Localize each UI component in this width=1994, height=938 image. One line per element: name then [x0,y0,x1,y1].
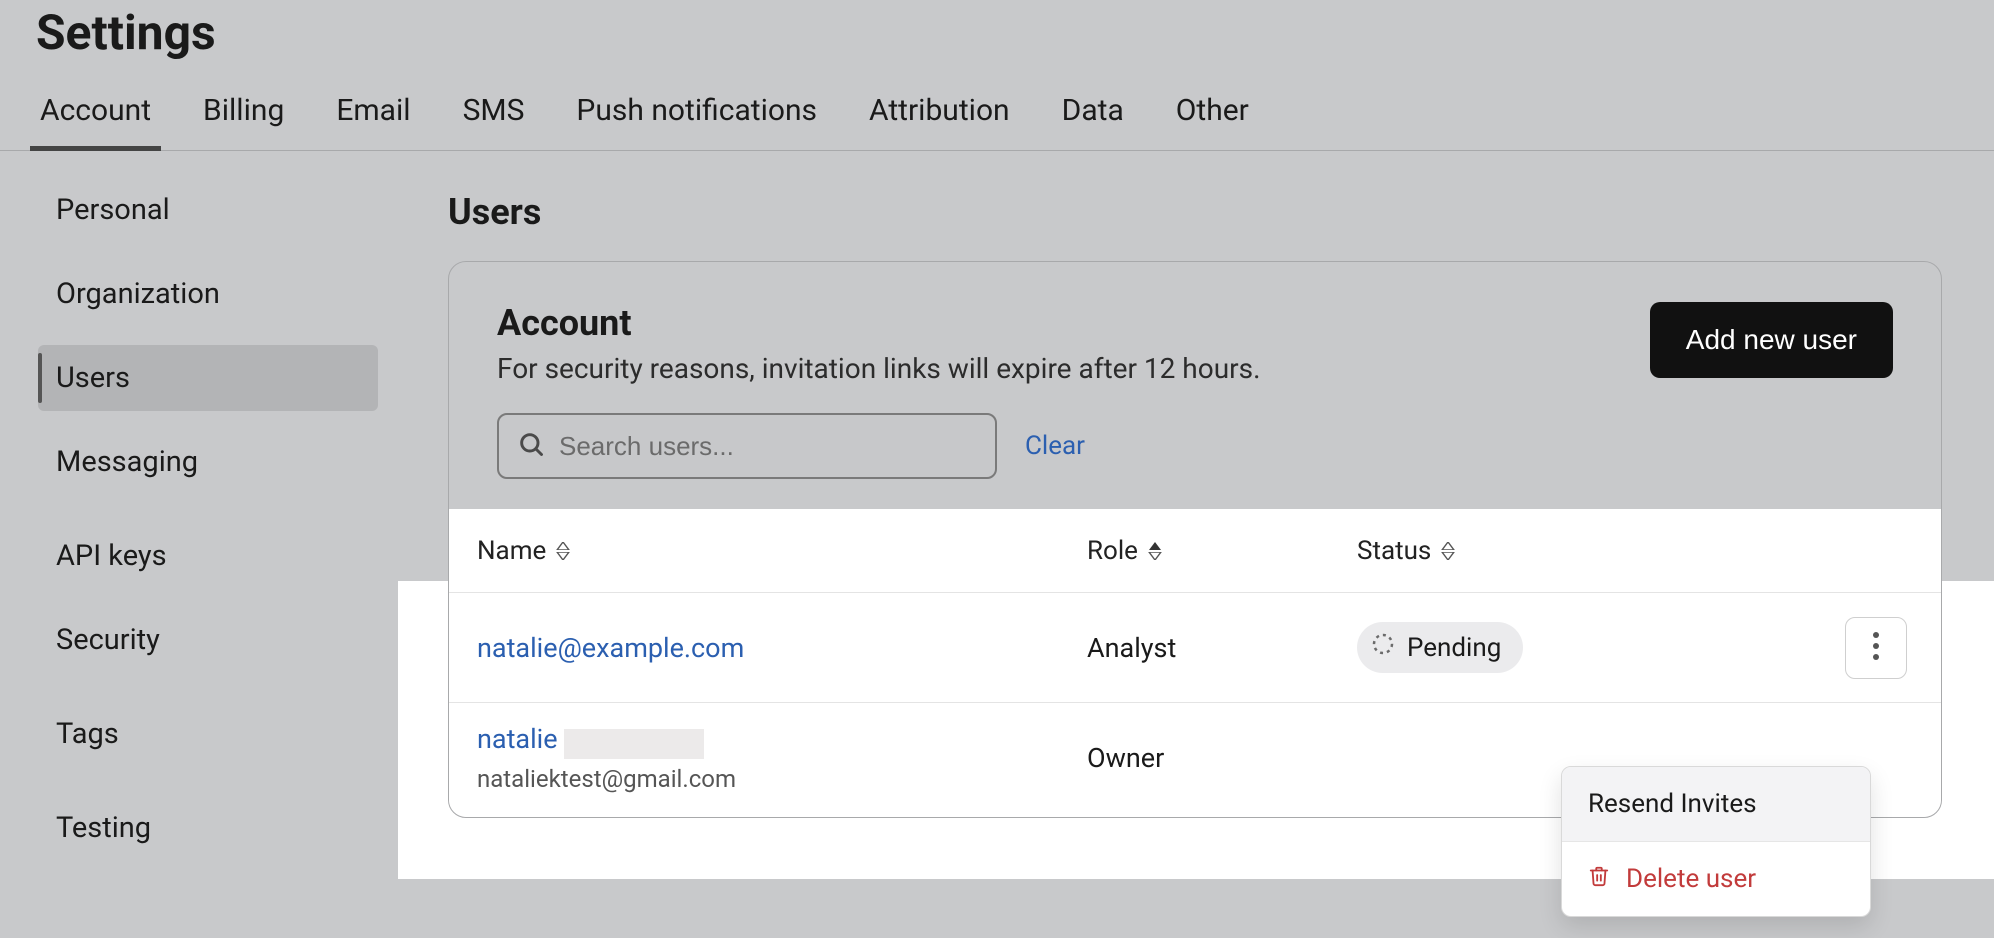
sort-icon [556,542,570,560]
cell-name: natalie nataliektest@gmail.com [477,723,1087,793]
column-name[interactable]: Name [477,536,1087,566]
tab-account[interactable]: Account [40,79,151,150]
pending-spinner-icon [1371,632,1395,663]
clear-link[interactable]: Clear [1025,431,1085,461]
column-role-label: Role [1087,536,1138,566]
dropdown-resend-invites[interactable]: Resend Invites [1562,767,1870,841]
tab-sms[interactable]: SMS [463,79,525,150]
row-actions-button[interactable] [1845,617,1907,679]
column-name-label: Name [477,536,546,566]
dropdown-delete-user[interactable]: Delete user [1562,841,1870,916]
sidebar-item-users[interactable]: Users [38,345,378,411]
tab-data[interactable]: Data [1062,79,1124,150]
top-tabs: Account Billing Email SMS Push notificat… [0,79,1994,151]
tab-push-notifications[interactable]: Push notifications [576,79,817,150]
redacted-name [564,729,704,759]
sidebar-item-tags[interactable]: Tags [38,701,378,767]
sidebar: Personal Organization Users Messaging AP… [0,151,398,879]
add-new-user-button[interactable]: Add new user [1650,302,1893,378]
cell-status: Pending [1357,622,1767,673]
sidebar-item-organization[interactable]: Organization [38,261,378,327]
panel-subtitle: For security reasons, invitation links w… [497,352,1260,385]
search-icon [517,430,545,462]
status-label: Pending [1407,633,1501,663]
cell-name: natalie@example.com [477,632,1087,664]
sidebar-item-testing[interactable]: Testing [38,795,378,861]
users-panel: Account For security reasons, invitation… [448,261,1942,818]
dropdown-delete-label: Delete user [1626,864,1756,894]
column-role[interactable]: Role [1087,536,1357,566]
sidebar-item-api-keys[interactable]: API keys [38,523,378,589]
tab-attribution[interactable]: Attribution [869,79,1010,150]
search-input[interactable] [559,431,977,462]
table-row: natalie@example.com Analyst Pending [449,593,1941,703]
table-header: Name Role Status [449,509,1941,593]
cell-role: Analyst [1087,632,1357,664]
status-pending-pill: Pending [1357,622,1523,673]
search-input-wrapper[interactable] [497,413,997,479]
cell-role: Owner [1087,742,1357,774]
tab-billing[interactable]: Billing [203,79,284,150]
panel-title: Account [497,302,1260,344]
sidebar-item-security[interactable]: Security [38,607,378,673]
kebab-icon [1872,631,1880,665]
tab-other[interactable]: Other [1176,79,1249,150]
main-heading: Users [448,191,1994,233]
sidebar-item-messaging[interactable]: Messaging [38,429,378,495]
sidebar-item-personal[interactable]: Personal [38,177,378,243]
sort-icon [1148,542,1162,560]
user-link[interactable]: natalie@example.com [477,632,744,664]
main-content: Users Account For security reasons, invi… [398,151,1994,879]
tab-email[interactable]: Email [336,79,410,150]
column-status-label: Status [1357,536,1431,566]
trash-icon [1588,864,1610,894]
user-sub-email: nataliektest@gmail.com [477,765,1087,793]
row-actions-dropdown: Resend Invites Delete user [1561,766,1871,917]
sort-icon [1441,542,1455,560]
column-status[interactable]: Status [1357,536,1767,566]
page-title: Settings [0,0,1994,79]
user-link[interactable]: natalie [477,723,558,755]
